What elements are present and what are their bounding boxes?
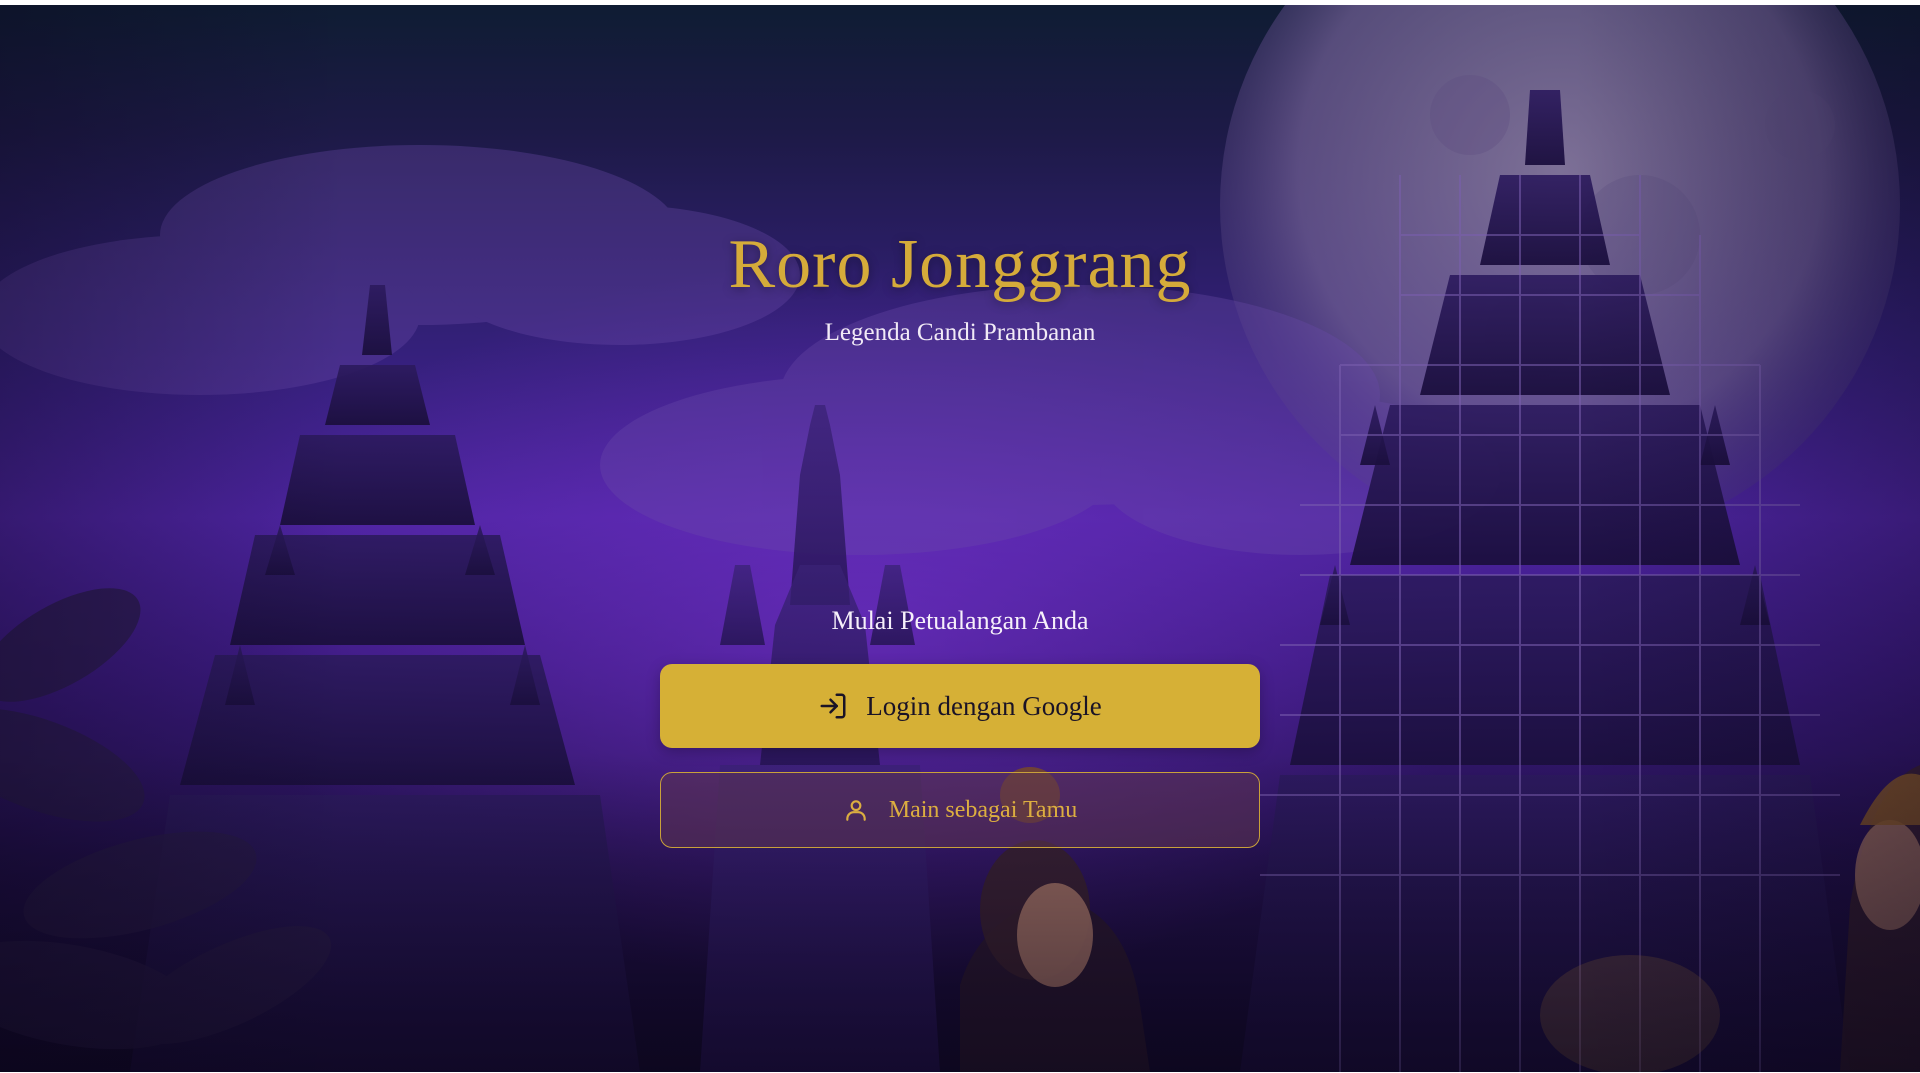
login-screen: Roro Jonggrang Legenda Candi Prambanan M…: [0, 5, 1920, 1072]
login-content: Roro Jonggrang Legenda Candi Prambanan M…: [0, 5, 1920, 1072]
log-in-arrow-icon: [818, 691, 848, 721]
google-login-label: Login dengan Google: [866, 690, 1102, 721]
user-icon: [843, 797, 869, 823]
google-login-button[interactable]: Login dengan Google: [660, 664, 1260, 748]
app-subtitle: Legenda Candi Prambanan: [824, 319, 1096, 346]
start-adventure-heading: Mulai Petualangan Anda: [831, 606, 1089, 635]
app-title: Roro Jonggrang: [728, 226, 1192, 303]
guest-play-label: Main sebagai Tamu: [888, 796, 1078, 823]
guest-play-button[interactable]: Main sebagai Tamu: [660, 772, 1260, 848]
